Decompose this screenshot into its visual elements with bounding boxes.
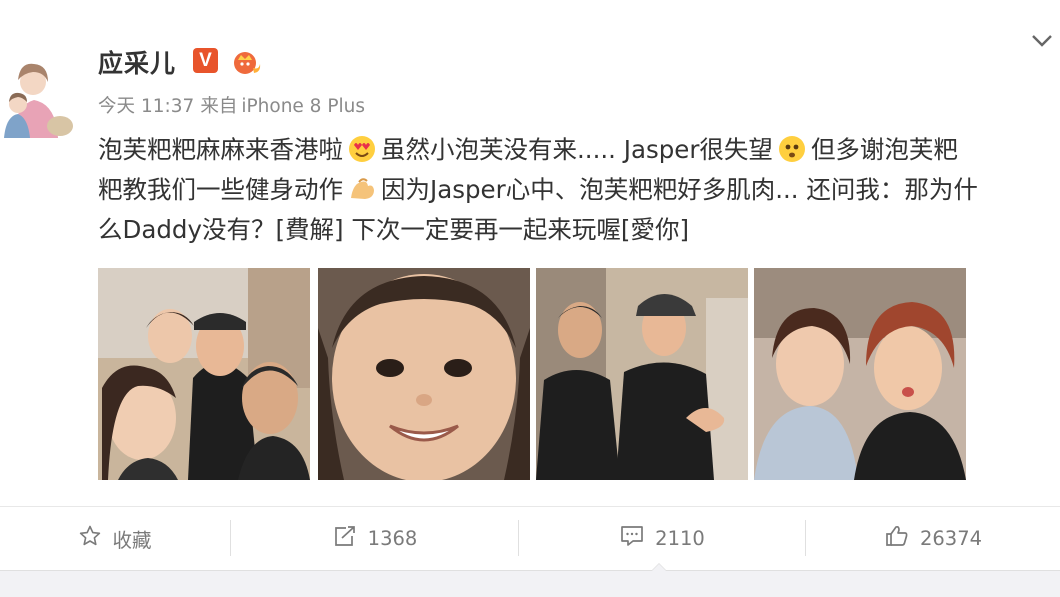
post-text-line-2: 粑教我们一些健身动作 因为Jasper心中、泡芙粑粑好多肌肉... 还问我：那为什 [98, 170, 1048, 210]
member-crown-icon[interactable] [231, 48, 262, 76]
post-text-line-1: 泡芙粑粑麻麻来香港啦 虽然小泡芙没有来..... Jasper很失望 但多谢泡芙粑 [98, 130, 1048, 170]
two-men-photo[interactable] [536, 268, 748, 480]
like-count: 26374 [919, 526, 983, 550]
comment-count: 2110 [655, 526, 705, 550]
post-segment: 虽然小泡芙没有来..... Jasper很失望 [381, 135, 773, 164]
source-device-link[interactable]: iPhone 8 Plus [241, 96, 365, 117]
repost-button[interactable]: 1368 [231, 507, 518, 569]
star-icon [78, 524, 102, 553]
avatar[interactable] [0, 30, 78, 138]
post-meta: 今天 11:37 来自 iPhone 8 Plus [98, 92, 371, 118]
group-selfie-photo[interactable] [98, 268, 310, 480]
favorite-button[interactable]: 收藏 [0, 507, 230, 569]
post-segment: 泡芙粑粑麻麻来香港啦 [98, 135, 343, 164]
comment-panel-edge [0, 570, 1060, 597]
post-time-day[interactable]: 今天 [98, 96, 135, 117]
favorite-label: 收藏 [112, 528, 152, 552]
source-prefix: 来自 [200, 96, 238, 117]
child-closeup-photo[interactable] [318, 268, 530, 480]
post-text-line-3: 么Daddy没有？[費解] 下次一定要再一起来玩喔[愛你] [98, 210, 1048, 250]
heart-eyes-emoji-icon [347, 134, 377, 164]
user-name[interactable]: 应采儿 [98, 44, 176, 80]
chevron-down-icon[interactable] [1030, 30, 1054, 50]
post-segment: 但多谢泡芙粑 [810, 135, 958, 164]
two-women-photo[interactable] [754, 268, 966, 480]
worried-emoji-icon [777, 134, 807, 164]
post-segment: 粑教我们一些健身动作 [98, 175, 343, 204]
post-text: 泡芙粑粑麻麻来香港啦 虽然小泡芙没有来..... Jasper很失望 但多谢泡芙粑 … [98, 130, 1048, 250]
like-button[interactable]: 26374 [806, 507, 1060, 569]
comment-icon [619, 524, 645, 553]
post-segment: 么Daddy没有？[費解] 下次一定要再一起来玩喔[愛你] [98, 215, 690, 244]
post-segment: 因为Jasper心中、泡芙粑粑好多肌肉... 还问我：那为什 [381, 175, 978, 204]
repost-icon [332, 524, 358, 553]
post-time-clock[interactable]: 11:37 [141, 96, 194, 117]
comment-button[interactable]: 2110 [519, 507, 805, 569]
repost-count: 1368 [367, 526, 418, 550]
verified-badge-icon[interactable]: V [193, 48, 218, 73]
flexed-biceps-emoji-icon [347, 174, 377, 204]
comment-caret-inner [652, 564, 666, 571]
thumbs-up-icon [884, 524, 910, 553]
